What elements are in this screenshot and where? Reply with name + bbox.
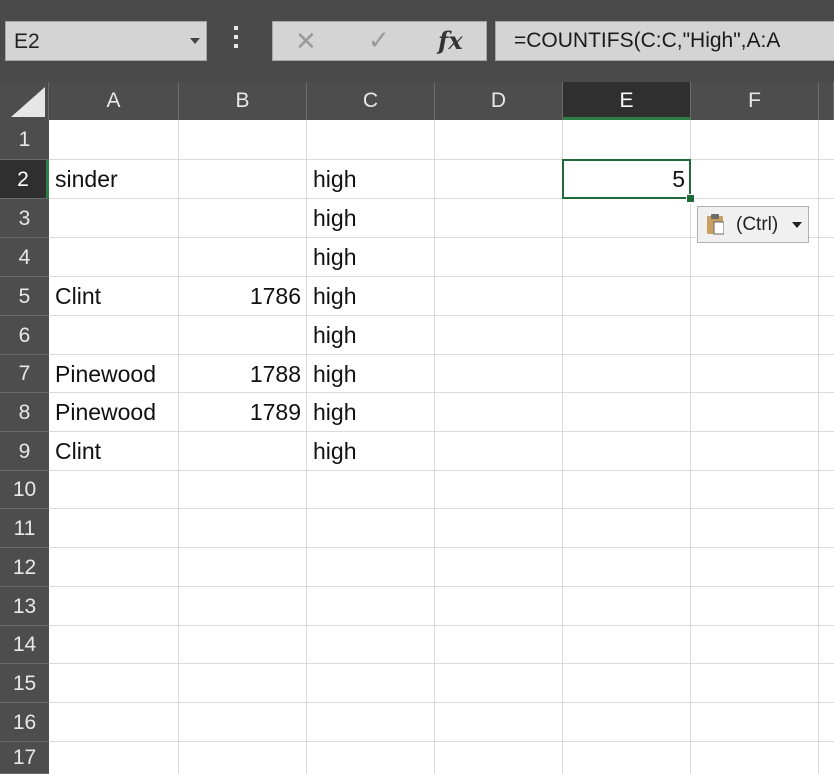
- cell-a7[interactable]: Pinewood: [49, 355, 179, 393]
- column-header-g[interactable]: [819, 82, 834, 120]
- row-header-16[interactable]: 16: [0, 703, 49, 742]
- enter-icon[interactable]: ✓: [368, 27, 390, 53]
- cell-c4[interactable]: high: [307, 238, 435, 277]
- row-header-8[interactable]: 8: [0, 393, 49, 432]
- row-header-15[interactable]: 15: [0, 664, 49, 703]
- gridline-vertical: [690, 120, 691, 774]
- cell-b7[interactable]: 1788: [179, 355, 307, 393]
- cell-c3[interactable]: high: [307, 199, 435, 238]
- cancel-icon[interactable]: ✕: [295, 28, 317, 54]
- cell-b5[interactable]: 1786: [179, 277, 307, 316]
- cell-c6[interactable]: high: [307, 316, 435, 355]
- row-header-9[interactable]: 9: [0, 432, 49, 471]
- formula-text[interactable]: =COUNTIFS(C:C,"High",A:A: [514, 29, 780, 53]
- cell-b8[interactable]: 1789: [179, 393, 307, 432]
- gridline-horizontal: [49, 547, 834, 548]
- row-header-6[interactable]: 6: [0, 316, 49, 355]
- row-header-3[interactable]: 3: [0, 199, 49, 238]
- name-box[interactable]: E2: [5, 21, 207, 61]
- row-header-13[interactable]: 13: [0, 587, 49, 626]
- gridline-horizontal: [49, 508, 834, 509]
- cell-c8[interactable]: high: [307, 393, 435, 432]
- paste-options-label: (Ctrl): [736, 214, 779, 235]
- row-header-4[interactable]: 4: [0, 238, 49, 277]
- clipboard-icon: [707, 214, 724, 235]
- formula-input[interactable]: =COUNTIFS(C:C,"High",A:A: [495, 21, 834, 61]
- cell-c7[interactable]: high: [307, 355, 435, 393]
- more-options-icon[interactable]: [233, 26, 239, 56]
- gridline-vertical: [562, 120, 563, 774]
- row-header-14[interactable]: 14: [0, 626, 49, 664]
- gridline-horizontal: [49, 741, 834, 742]
- cell-a5[interactable]: Clint: [49, 277, 179, 316]
- gridline-horizontal: [49, 625, 834, 626]
- insert-function-icon[interactable]: fx: [438, 26, 463, 55]
- row-header-5[interactable]: 5: [0, 277, 49, 316]
- cell-c9[interactable]: high: [307, 432, 435, 471]
- paste-options-button[interactable]: (Ctrl): [697, 206, 809, 243]
- chevron-down-icon: [792, 222, 802, 228]
- gridline-horizontal: [49, 702, 834, 703]
- name-box-value[interactable]: E2: [14, 30, 40, 54]
- cell-a8[interactable]: Pinewood: [49, 393, 179, 432]
- cell-a9[interactable]: Clint: [49, 432, 179, 471]
- row-header-7[interactable]: 7: [0, 355, 49, 393]
- cell-a2[interactable]: sinder: [49, 160, 179, 199]
- row-header-2[interactable]: 2: [0, 160, 49, 199]
- column-header-e[interactable]: E: [563, 82, 691, 120]
- name-box-dropdown-icon[interactable]: [190, 38, 200, 44]
- gridline-horizontal: [49, 586, 834, 587]
- column-header-a[interactable]: A: [49, 82, 179, 120]
- active-cell-border: [562, 159, 691, 199]
- row-header-17[interactable]: 17: [0, 742, 49, 774]
- row-header-1[interactable]: 1: [0, 120, 49, 160]
- gridline-horizontal: [49, 663, 834, 664]
- row-header-10[interactable]: 10: [0, 471, 49, 509]
- cell-c5[interactable]: high: [307, 277, 435, 316]
- formula-bar-area: E2 ✕ ✓ fx =COUNTIFS(C:C,"High",A:A: [0, 0, 834, 82]
- select-all-corner[interactable]: [0, 82, 49, 120]
- row-header-11[interactable]: 11: [0, 509, 49, 548]
- column-header-f[interactable]: F: [691, 82, 819, 120]
- cell-c2[interactable]: high: [307, 160, 435, 199]
- column-header-b[interactable]: B: [179, 82, 307, 120]
- row-header-12[interactable]: 12: [0, 548, 49, 587]
- formula-buttons: ✕ ✓ fx: [272, 21, 487, 61]
- column-header-d[interactable]: D: [435, 82, 563, 120]
- gridline-vertical: [818, 120, 819, 774]
- column-header-c[interactable]: C: [307, 82, 435, 120]
- fill-handle[interactable]: [686, 194, 695, 203]
